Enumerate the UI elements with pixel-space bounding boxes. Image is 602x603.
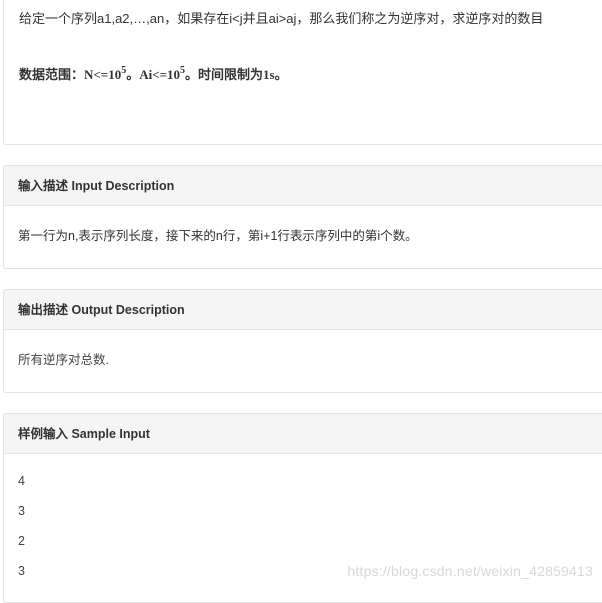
input-description-heading: 输入描述 Input Description <box>4 166 602 206</box>
range-prefix: 数据范围：N<=10 <box>19 67 122 82</box>
sample-input-line: 2 <box>18 534 25 548</box>
data-range: 数据范围：N<=105。Ai<=105。时间限制为1s。 <box>19 64 288 83</box>
range-suffix: 。时间限制为1s。 <box>185 67 288 82</box>
output-description-panel: 输出描述 Output Description 所有逆序对总数. <box>3 289 602 393</box>
input-description-body: 第一行为n,表示序列长度，接下来的n行，第i+1行表示序列中的第i个数。 <box>18 229 418 243</box>
sample-input-line: 3 <box>18 504 25 518</box>
watermark: https://blog.csdn.net/weixin_42859413 <box>347 563 593 579</box>
range-middle: 。Ai<=10 <box>126 67 181 82</box>
output-description-body: 所有逆序对总数. <box>18 353 109 367</box>
problem-description: 给定一个序列a1,a2,…,an，如果存在i<j并且ai>aj，那么我们称之为逆… <box>19 11 544 26</box>
sample-input-line: 4 <box>18 474 25 488</box>
sample-input-line: 3 <box>18 564 25 578</box>
input-description-panel: 输入描述 Input Description 第一行为n,表示序列长度，接下来的… <box>3 165 602 269</box>
sample-input-heading: 样例输入 Sample Input <box>4 414 602 454</box>
output-description-heading: 输出描述 Output Description <box>4 290 602 330</box>
problem-description-panel: 给定一个序列a1,a2,…,an，如果存在i<j并且ai>aj，那么我们称之为逆… <box>3 0 602 145</box>
